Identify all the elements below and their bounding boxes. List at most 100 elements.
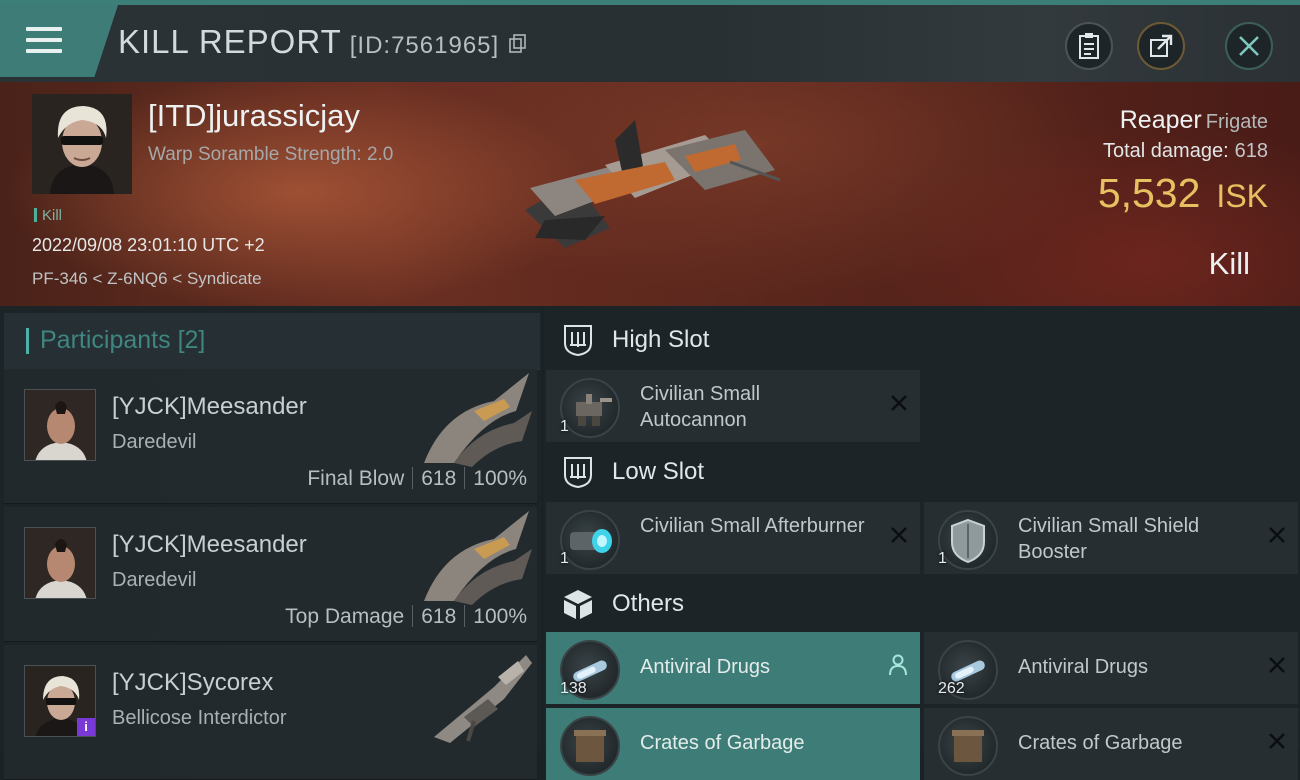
dropped-person-icon — [889, 654, 907, 676]
cargo-item[interactable]: Crates of Garbage — [924, 708, 1298, 780]
warp-scramble-strength: Warp Soramble Strength: 2.0 — [148, 144, 394, 165]
participants-title: Participants [2] — [40, 326, 205, 355]
ship-name: Reaper — [1119, 106, 1202, 134]
participant-name[interactable]: [YJCK]Sycorex — [112, 669, 273, 697]
copy-icon[interactable] — [509, 34, 527, 54]
participant-ship-image — [424, 373, 532, 467]
low-slot-section-header: Low Slot — [544, 441, 1300, 503]
participants-panel: Participants [2] [YJCK]Meesander Daredev… — [0, 306, 541, 780]
pilot-portrait-image — [25, 528, 95, 598]
participant-ship: Bellicose Interdictor — [112, 707, 287, 729]
participant-stats: Top Damage 618 100% — [285, 605, 527, 629]
participant-avatar[interactable]: i — [24, 665, 96, 737]
shield-booster-icon — [938, 510, 998, 570]
victim-name[interactable]: [ITD]jurassicjay — [148, 98, 360, 134]
item-name: Crates of Garbage — [640, 732, 805, 754]
ship-class: Frigate — [1205, 111, 1268, 133]
pilot-portrait-image — [32, 94, 132, 194]
item-name: Civilian Small Autocannon — [640, 383, 761, 431]
participants-count: [2] — [177, 326, 206, 354]
participant-name[interactable]: [YJCK]Meesander — [112, 393, 307, 421]
low-slot-title: Low Slot — [612, 458, 705, 485]
share-button[interactable] — [1137, 22, 1185, 70]
destroyed-x-icon — [1269, 527, 1285, 543]
participant-name[interactable]: [YJCK]Meesander — [112, 531, 307, 559]
others-section-header: Others — [544, 573, 1300, 635]
page-title-text: KILL REPORT — [118, 23, 342, 60]
item-quantity: 262 — [938, 680, 965, 697]
item-quantity: 1 — [560, 418, 569, 435]
participant-damage: 618 — [421, 605, 457, 628]
afterburner-icon — [560, 510, 620, 570]
isk-unit: ISK — [1216, 178, 1268, 214]
high-slot-icon — [564, 325, 592, 357]
participants-header: Participants [2] — [4, 313, 540, 370]
hamburger-icon — [26, 27, 62, 55]
participant-row[interactable]: [YJCK]Meesander Daredevil Final Blow 618 1… — [4, 369, 537, 504]
fitted-item[interactable]: 1 Civilian Small Autocannon — [546, 370, 920, 442]
high-slot-title: High Slot — [612, 326, 710, 353]
share-icon — [1150, 34, 1173, 57]
participant-percent: 100% — [473, 605, 527, 628]
participant-row[interactable]: [YJCK]Meesander Daredevil Top Damage 618 1… — [4, 507, 537, 642]
kill-datetime: 2022/09/08 23:01:10 UTC +2 — [32, 235, 265, 255]
item-name: Civilian Small Afterburner — [640, 515, 865, 537]
total-damage: Total damage: 618 — [1103, 140, 1268, 163]
kill-tag: Kill — [34, 207, 62, 224]
cargo-item[interactable]: Crates of Garbage — [546, 708, 920, 780]
participant-row[interactable]: i [YJCK]Sycorex Bellicose Interdictor — [4, 645, 537, 780]
participant-ship: Daredevil — [112, 569, 197, 591]
close-icon — [1239, 36, 1259, 56]
item-quantity: 138 — [560, 680, 587, 697]
participant-percent: 100% — [473, 467, 527, 490]
clipboard-icon — [1079, 33, 1099, 59]
kill-location: PF-346 < Z-6NQ6 < Syndicate — [32, 269, 262, 288]
total-damage-value: 618 — [1234, 140, 1268, 162]
participant-avatar[interactable] — [24, 389, 96, 461]
high-slot-section-header: High Slot — [544, 309, 1300, 371]
victim-banner: [ITD]jurassicjay Warp Soramble Strength:… — [0, 82, 1300, 306]
garbage-crate-icon — [938, 716, 998, 776]
destroyed-x-icon — [891, 527, 907, 543]
result-label: Kill — [1208, 246, 1250, 281]
participant-role: Final Blow — [307, 467, 405, 490]
item-name: Crates of Garbage — [1018, 732, 1183, 754]
victim-ship[interactable]: Reaper Frigate — [1120, 106, 1268, 135]
clipboard-button[interactable] — [1065, 22, 1113, 70]
destroyed-x-icon — [1269, 657, 1285, 673]
cargo-box-icon — [564, 590, 592, 619]
participant-role: Top Damage — [285, 605, 405, 628]
participant-ship-image — [424, 511, 532, 605]
cargo-item[interactable]: 138 Antiviral Drugs — [546, 632, 920, 704]
destroyed-x-icon — [891, 395, 907, 411]
participant-avatar[interactable] — [24, 527, 96, 599]
autocannon-icon — [560, 378, 620, 438]
close-button[interactable] — [1225, 22, 1273, 70]
destroyed-x-icon — [1269, 733, 1285, 749]
fitted-item[interactable]: 1 Civilian Small Afterburner — [546, 502, 920, 574]
total-damage-label: Total damage: — [1102, 140, 1229, 162]
isk-value: 5,532 ISK — [1098, 170, 1268, 217]
window-header: KILL REPORT [ID:7561965] — [0, 5, 1300, 82]
victim-ship-image — [525, 120, 781, 248]
participants-accent-bar — [26, 328, 29, 354]
low-slot-icon — [564, 457, 592, 489]
fitting-panel: High Slot 1 Civilian Small Autocannon Lo… — [544, 306, 1300, 780]
participant-ship: Daredevil — [112, 431, 197, 453]
item-name: Antiviral Drugs — [640, 656, 771, 678]
info-badge: i — [77, 718, 95, 736]
report-id: [ID:7561965] — [349, 32, 500, 59]
item-name: Antiviral Drugs — [1018, 656, 1149, 678]
isk-amount: 5,532 — [1097, 170, 1201, 216]
kill-tag-label: Kill — [42, 207, 63, 224]
fitted-item[interactable]: 1 Civilian Small Shield Booster — [924, 502, 1298, 574]
participant-ship-image — [434, 655, 532, 743]
page-title: KILL REPORT [ID:7561965] — [118, 23, 527, 61]
garbage-crate-icon — [560, 716, 620, 776]
cargo-item[interactable]: 262 Antiviral Drugs — [924, 632, 1298, 704]
menu-button[interactable] — [0, 5, 118, 77]
participant-stats: Final Blow 618 100% — [307, 467, 527, 491]
pilot-portrait-image — [25, 390, 95, 460]
item-name: Civilian Small Shield Booster — [1018, 515, 1200, 563]
victim-avatar[interactable] — [32, 94, 132, 194]
